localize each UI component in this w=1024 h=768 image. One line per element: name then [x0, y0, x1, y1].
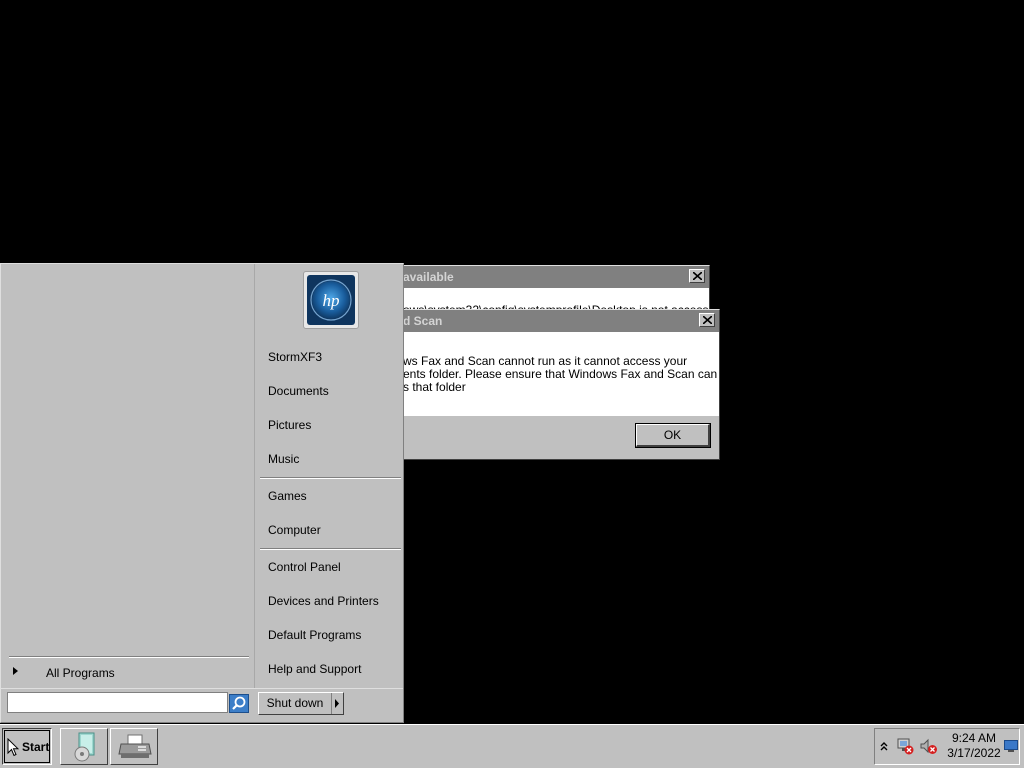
- close-button[interactable]: [699, 313, 715, 327]
- volume-muted-icon[interactable]: [920, 738, 938, 755]
- dialog-title: available: [391, 266, 709, 288]
- all-programs-item[interactable]: All Programs: [9, 662, 249, 682]
- taskbar-fax-scan[interactable]: [110, 728, 158, 765]
- programs-pane: All Programs: [1, 264, 254, 688]
- clock-time: 9:24 AM: [951, 731, 997, 745]
- menu-item-default-programs[interactable]: Default Programs: [268, 628, 361, 642]
- menu-item-help-support[interactable]: Help and Support: [268, 662, 361, 676]
- search-button[interactable]: [229, 694, 249, 713]
- show-hidden-icons-icon[interactable]: [880, 741, 888, 752]
- clock[interactable]: 9:24 AM 3/17/2022: [945, 731, 1003, 761]
- close-button[interactable]: [689, 269, 705, 283]
- notification-area: 9:24 AM 3/17/2022: [874, 728, 1020, 765]
- user-picture[interactable]: hp: [303, 271, 359, 329]
- menu-item-music[interactable]: Music: [268, 452, 299, 466]
- shutdown-label: Shut down: [259, 693, 332, 714]
- all-programs-label: All Programs: [46, 666, 115, 680]
- svg-text:hp: hp: [323, 291, 340, 310]
- divider: [260, 477, 401, 479]
- unavailable-dialog: available ows\system32\config\systemprof…: [390, 265, 710, 315]
- triangle-right-icon: [335, 699, 339, 708]
- shutdown-button[interactable]: Shut down: [258, 692, 344, 715]
- menu-item-documents[interactable]: Documents: [268, 384, 329, 398]
- clock-date: 3/17/2022: [947, 746, 1001, 760]
- menu-item-games[interactable]: Games: [268, 489, 307, 503]
- close-icon: [703, 316, 712, 324]
- menu-item-computer[interactable]: Computer: [268, 523, 321, 537]
- show-desktop-icon[interactable]: [1004, 740, 1018, 752]
- cursor-icon: [7, 738, 19, 757]
- menu-item-pictures[interactable]: Pictures: [268, 418, 311, 432]
- network-error-icon[interactable]: [896, 738, 914, 755]
- divider: [9, 656, 249, 658]
- search-icon: [232, 696, 246, 710]
- menu-item-user[interactable]: StormXF3: [268, 350, 322, 364]
- dialog-title: d Scan: [391, 310, 719, 332]
- search-row: Shut down: [1, 688, 403, 722]
- close-icon: [693, 272, 702, 280]
- hp-logo-icon: hp: [307, 275, 355, 325]
- shutdown-options-button[interactable]: [331, 693, 343, 714]
- start-button[interactable]: Start: [2, 728, 52, 765]
- triangle-right-icon: [13, 667, 18, 675]
- dialog-message: ws Fax and Scan cannot run as it cannot …: [391, 332, 719, 416]
- taskbar: Start 9:24 AM 3/17/2022: [0, 724, 1024, 768]
- menu-item-control-panel[interactable]: Control Panel: [268, 560, 341, 574]
- divider: [260, 548, 401, 550]
- taskbar-media-player[interactable]: [60, 728, 108, 765]
- ok-button[interactable]: OK: [635, 423, 711, 448]
- fax-scan-icon: [118, 734, 152, 758]
- places-pane: hp StormXF3 Documents Pictures Music Gam…: [254, 264, 403, 688]
- menu-item-devices-printers[interactable]: Devices and Printers: [268, 594, 379, 608]
- start-label: Start: [22, 740, 50, 754]
- start-menu: All Programs hp StormXF3 Documents Pictu…: [0, 263, 404, 723]
- search-input[interactable]: [7, 692, 228, 713]
- fax-scan-dialog: d Scan ws Fax and Scan cannot run as it …: [390, 309, 720, 460]
- media-player-icon: [74, 732, 95, 762]
